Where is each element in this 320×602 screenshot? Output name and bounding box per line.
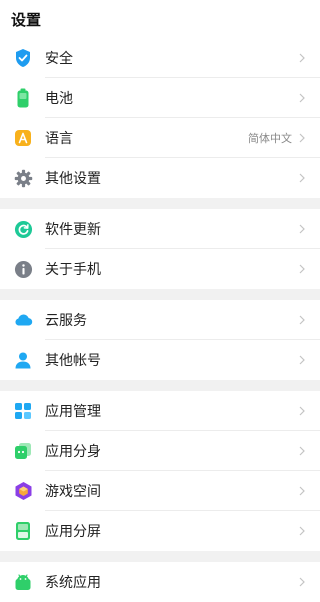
settings-item-label: 关于手机 xyxy=(45,262,101,278)
settings-item-system-apps[interactable]: 系统应用 xyxy=(0,562,320,602)
settings-item-label: 应用管理 xyxy=(45,404,101,420)
settings-item-label: 软件更新 xyxy=(45,222,101,238)
group-separator xyxy=(0,551,320,562)
update-icon xyxy=(13,219,33,239)
settings-item-software-update[interactable]: 软件更新 xyxy=(0,209,320,249)
gear-icon xyxy=(13,168,33,188)
battery-icon xyxy=(13,88,33,108)
settings-group-accounts: 云服务 其他帐号 xyxy=(0,300,320,380)
settings-item-label: 云服务 xyxy=(45,313,87,329)
settings-item-other-accounts[interactable]: 其他帐号 xyxy=(0,340,320,380)
settings-group-apps: 应用管理 应用分身 游戏空间 应用分屏 xyxy=(0,391,320,551)
settings-item-app-clone[interactable]: 应用分身 xyxy=(0,431,320,471)
settings-group-general: 安全 电池 语言 简体中文 其他设置 xyxy=(0,38,320,198)
settings-group-system: 软件更新 关于手机 xyxy=(0,209,320,289)
group-separator xyxy=(0,289,320,300)
chevron-right-icon xyxy=(299,224,305,234)
chevron-right-icon xyxy=(299,133,305,143)
settings-item-other-settings[interactable]: 其他设置 xyxy=(0,158,320,198)
chevron-right-icon xyxy=(299,486,305,496)
game-cube-icon xyxy=(13,481,33,501)
person-icon xyxy=(13,350,33,370)
settings-item-label: 系统应用 xyxy=(45,575,101,591)
settings-item-label: 游戏空间 xyxy=(45,484,101,500)
language-value: 简体中文 xyxy=(248,132,292,145)
chevron-right-icon xyxy=(299,355,305,365)
split-screen-icon xyxy=(13,521,33,541)
shield-icon xyxy=(13,48,33,68)
settings-group-system-apps: 系统应用 xyxy=(0,562,320,602)
chevron-right-icon xyxy=(299,264,305,274)
settings-item-label: 其他帐号 xyxy=(45,353,101,369)
settings-item-cloud-service[interactable]: 云服务 xyxy=(0,300,320,340)
settings-item-language[interactable]: 语言 简体中文 xyxy=(0,118,320,158)
chevron-right-icon xyxy=(299,446,305,456)
android-icon xyxy=(13,572,33,592)
settings-item-label: 应用分屏 xyxy=(45,524,101,540)
settings-item-battery[interactable]: 电池 xyxy=(0,78,320,118)
settings-item-label: 其他设置 xyxy=(45,171,101,187)
settings-item-label: 应用分身 xyxy=(45,444,101,460)
settings-item-label: 安全 xyxy=(45,51,73,67)
settings-item-app-management[interactable]: 应用管理 xyxy=(0,391,320,431)
chevron-right-icon xyxy=(299,526,305,536)
settings-item-label: 电池 xyxy=(45,91,73,107)
cloud-icon xyxy=(13,310,33,330)
chevron-right-icon xyxy=(299,315,305,325)
chevron-right-icon xyxy=(299,577,305,587)
settings-item-game-space[interactable]: 游戏空间 xyxy=(0,471,320,511)
page-title: 设置 xyxy=(0,0,320,38)
chevron-right-icon xyxy=(299,53,305,63)
group-separator xyxy=(0,380,320,391)
settings-item-security[interactable]: 安全 xyxy=(0,38,320,78)
app-grid-icon xyxy=(13,401,33,421)
chevron-right-icon xyxy=(299,93,305,103)
settings-item-split-screen[interactable]: 应用分屏 xyxy=(0,511,320,551)
settings-item-label: 语言 xyxy=(45,131,73,147)
settings-item-about-phone[interactable]: 关于手机 xyxy=(0,249,320,289)
chevron-right-icon xyxy=(299,406,305,416)
chevron-right-icon xyxy=(299,173,305,183)
language-icon xyxy=(13,128,33,148)
info-icon xyxy=(13,259,33,279)
group-separator xyxy=(0,198,320,209)
app-clone-icon xyxy=(13,441,33,461)
